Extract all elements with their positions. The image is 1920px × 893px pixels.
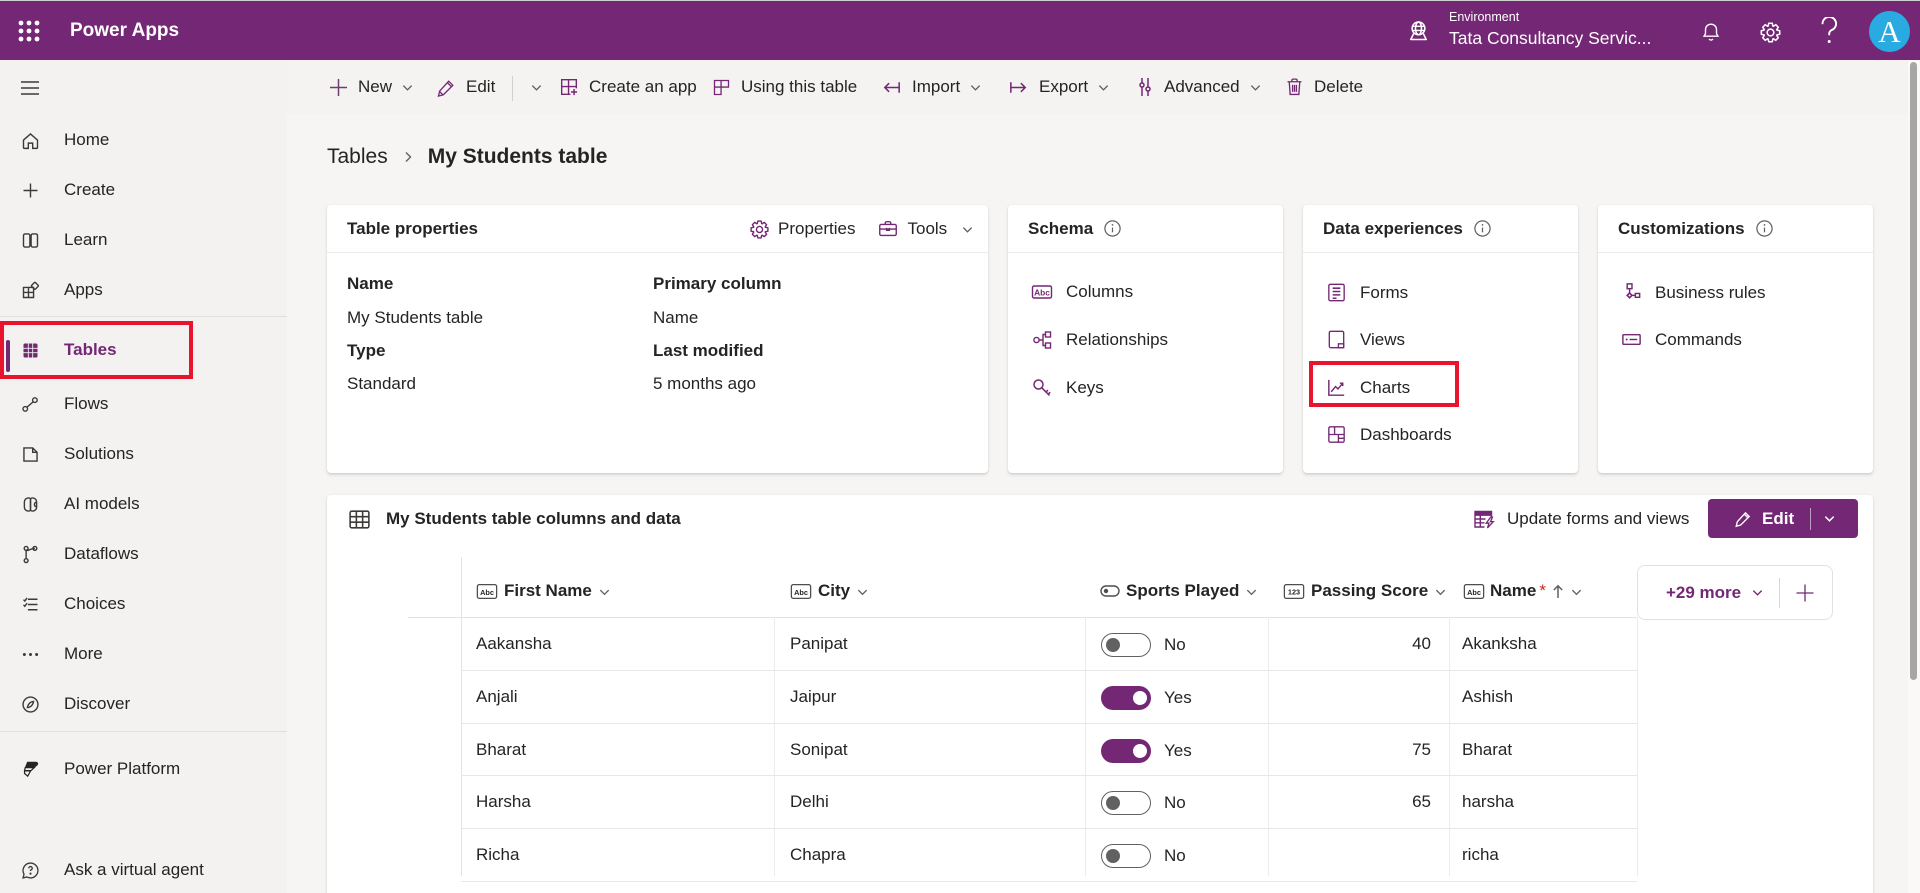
svg-text:Abc: Abc: [1034, 287, 1050, 297]
svg-text:Abc: Abc: [794, 587, 808, 596]
svg-text:Abc: Abc: [1467, 587, 1481, 596]
svg-text:Abc: Abc: [480, 587, 494, 596]
svg-text:123: 123: [1288, 587, 1300, 596]
